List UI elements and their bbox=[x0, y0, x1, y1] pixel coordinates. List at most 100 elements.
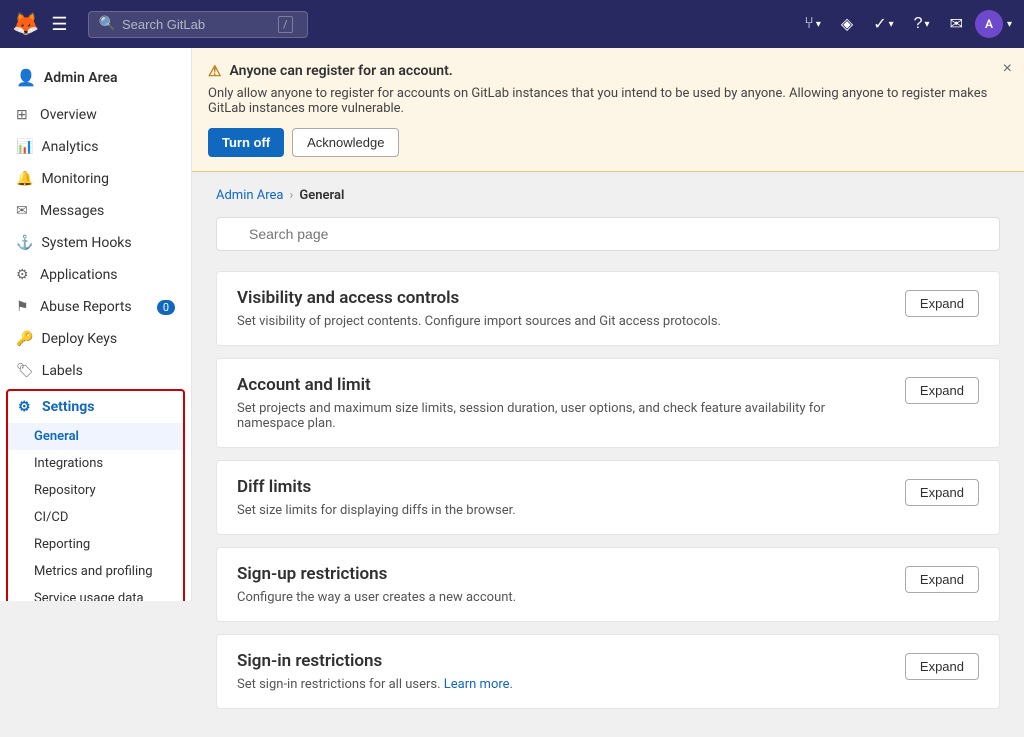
sidebar-sub-item-metrics[interactable]: Metrics and profiling bbox=[8, 558, 183, 585]
breadcrumb-parent[interactable]: Admin Area bbox=[216, 188, 284, 203]
sidebar-sub-item-general[interactable]: General bbox=[8, 423, 183, 450]
labels-icon: 🏷 bbox=[16, 363, 34, 379]
breadcrumb-current: General bbox=[299, 188, 344, 203]
section-account-limit-desc: Set projects and maximum size limits, se… bbox=[237, 401, 889, 431]
sidebar-item-labels[interactable]: 🏷 Labels bbox=[0, 355, 191, 387]
search-icon: 🔍 bbox=[99, 16, 116, 32]
sidebar-header: 👤 Admin Area bbox=[0, 60, 191, 99]
hamburger-icon[interactable]: ☰ bbox=[47, 10, 71, 39]
content-area: Admin Area › General 🔍 Visibility and ac… bbox=[192, 172, 1024, 737]
section-diff-limits: Diff limits Set size limits for displayi… bbox=[216, 460, 1000, 535]
sidebar-item-system-hooks[interactable]: ⚓ System Hooks bbox=[0, 227, 191, 259]
section-visibility-expand[interactable]: Expand bbox=[905, 290, 979, 317]
section-signin-restrictions-desc: Set sign-in restrictions for all users. … bbox=[237, 677, 889, 692]
navbar: 🦊 ☰ 🔍 / ⑂ ▾ ◈ ✓ ▾ ? ▾ ✉ A ▾ bbox=[0, 0, 1024, 48]
messages-icon: ✉ bbox=[16, 203, 32, 219]
sidebar-item-monitoring[interactable]: 🔔 Monitoring bbox=[0, 163, 191, 195]
gitlab-logo[interactable]: 🦊 bbox=[12, 12, 39, 37]
alert-warning-icon: ⚠ bbox=[208, 62, 221, 80]
sub-item-label: CI/CD bbox=[34, 510, 68, 525]
sidebar-item-label: Settings bbox=[42, 399, 94, 415]
sidebar-item-label: Labels bbox=[42, 363, 83, 379]
avatar-caret: ▾ bbox=[1007, 19, 1012, 30]
abuse-reports-icon: ⚑ bbox=[16, 299, 32, 315]
monitoring-icon: 🔔 bbox=[16, 171, 33, 187]
todos-button[interactable]: ✓ ▾ bbox=[865, 8, 901, 40]
sidebar: 👤 Admin Area ⊞ Overview 📊 Analytics 🔔 Mo… bbox=[0, 48, 192, 601]
sidebar-item-label: Abuse Reports bbox=[40, 299, 132, 315]
section-visibility: Visibility and access controls Set visib… bbox=[216, 271, 1000, 346]
section-visibility-desc: Set visibility of project contents. Conf… bbox=[237, 314, 889, 329]
search-input[interactable] bbox=[122, 17, 272, 32]
sidebar-item-settings[interactable]: ⚙ Settings bbox=[8, 391, 183, 423]
section-signup-restrictions: Sign-up restrictions Configure the way a… bbox=[216, 547, 1000, 622]
alert-banner: ⚠ Anyone can register for an account. On… bbox=[192, 48, 1024, 172]
sidebar-sub-item-service-usage[interactable]: Service usage data bbox=[8, 585, 183, 601]
sub-item-label: Repository bbox=[34, 483, 96, 498]
merge-requests-button[interactable]: ⑂ ▾ bbox=[796, 9, 829, 39]
section-account-limit-title: Account and limit bbox=[237, 375, 889, 395]
section-signin-restrictions-expand[interactable]: Expand bbox=[905, 653, 979, 680]
help-button[interactable]: ? ▾ bbox=[906, 9, 938, 39]
turn-off-button[interactable]: Turn off bbox=[208, 128, 284, 157]
avatar[interactable]: A bbox=[975, 10, 1003, 38]
sidebar-item-label: Deploy Keys bbox=[41, 331, 117, 347]
sub-item-label: General bbox=[34, 429, 79, 444]
sidebar-item-deploy-keys[interactable]: 🔑 Deploy Keys bbox=[0, 323, 191, 355]
sidebar-item-applications[interactable]: ⚙ Applications bbox=[0, 259, 191, 291]
section-signin-restrictions: Sign-in restrictions Set sign-in restric… bbox=[216, 634, 1000, 709]
alert-actions: Turn off Acknowledge bbox=[208, 128, 1004, 157]
section-signin-restrictions-text: Set sign-in restrictions for all users. bbox=[237, 677, 444, 692]
alert-title-text: Anyone can register for an account. bbox=[229, 63, 452, 79]
section-visibility-content: Visibility and access controls Set visib… bbox=[237, 288, 889, 329]
sidebar-item-overview[interactable]: ⊞ Overview bbox=[0, 99, 191, 131]
section-visibility-title: Visibility and access controls bbox=[237, 288, 889, 308]
sidebar-sub-item-repository[interactable]: Repository bbox=[8, 477, 183, 504]
search-bar[interactable]: 🔍 / bbox=[88, 11, 308, 38]
issues-button[interactable]: ◈ bbox=[833, 8, 861, 40]
acknowledge-button[interactable]: Acknowledge bbox=[292, 128, 399, 157]
section-account-limit: Account and limit Set projects and maxim… bbox=[216, 358, 1000, 448]
sidebar-item-label: Messages bbox=[40, 203, 104, 219]
sidebar-item-abuse-reports[interactable]: ⚑ Abuse Reports 0 bbox=[0, 291, 191, 323]
search-slash: / bbox=[278, 16, 293, 33]
navbar-left: 🦊 ☰ 🔍 / bbox=[12, 10, 308, 39]
sidebar-item-analytics[interactable]: 📊 Analytics bbox=[0, 131, 191, 163]
system-hooks-icon: ⚓ bbox=[16, 235, 33, 251]
section-account-limit-expand[interactable]: Expand bbox=[905, 377, 979, 404]
sidebar-title: Admin Area bbox=[44, 70, 118, 86]
settings-group: ⚙ Settings General Integrations Reposito… bbox=[6, 389, 185, 601]
signin-learn-more-link[interactable]: Learn more. bbox=[444, 677, 513, 692]
sidebar-sub-item-reporting[interactable]: Reporting bbox=[8, 531, 183, 558]
sub-item-label: Integrations bbox=[34, 456, 103, 471]
sidebar-item-label: Applications bbox=[40, 267, 118, 283]
section-signup-restrictions-title: Sign-up restrictions bbox=[237, 564, 889, 584]
section-diff-limits-title: Diff limits bbox=[237, 477, 889, 497]
abuse-reports-badge: 0 bbox=[157, 300, 175, 315]
sidebar-sub-item-cicd[interactable]: CI/CD bbox=[8, 504, 183, 531]
deploy-keys-icon: 🔑 bbox=[16, 331, 33, 347]
analytics-icon: 📊 bbox=[16, 139, 33, 155]
settings-icon: ⚙ bbox=[18, 399, 34, 415]
alert-close-button[interactable]: × bbox=[1003, 60, 1012, 78]
section-account-limit-content: Account and limit Set projects and maxim… bbox=[237, 375, 889, 431]
section-signup-restrictions-expand[interactable]: Expand bbox=[905, 566, 979, 593]
sidebar-item-messages[interactable]: ✉ Messages bbox=[0, 195, 191, 227]
section-signup-restrictions-desc: Configure the way a user creates a new a… bbox=[237, 590, 889, 605]
sub-item-label: Reporting bbox=[34, 537, 90, 552]
sub-item-label: Metrics and profiling bbox=[34, 564, 153, 579]
section-signin-restrictions-content: Sign-in restrictions Set sign-in restric… bbox=[237, 651, 889, 692]
alert-title: ⚠ Anyone can register for an account. bbox=[208, 62, 1004, 80]
alert-text: Only allow anyone to register for accoun… bbox=[208, 86, 1004, 116]
section-signup-restrictions-content: Sign-up restrictions Configure the way a… bbox=[237, 564, 889, 605]
search-page-wrap: 🔍 bbox=[216, 217, 1000, 251]
section-diff-limits-expand[interactable]: Expand bbox=[905, 479, 979, 506]
sidebar-item-label: Monitoring bbox=[41, 171, 109, 187]
sidebar-sub-item-integrations[interactable]: Integrations bbox=[8, 450, 183, 477]
admin-area-icon: 👤 bbox=[16, 68, 36, 87]
email-button[interactable]: ✉ bbox=[942, 8, 971, 40]
applications-icon: ⚙ bbox=[16, 267, 32, 283]
sidebar-item-label: Analytics bbox=[41, 139, 98, 155]
overview-icon: ⊞ bbox=[16, 107, 32, 123]
search-page-input[interactable] bbox=[216, 217, 1000, 251]
